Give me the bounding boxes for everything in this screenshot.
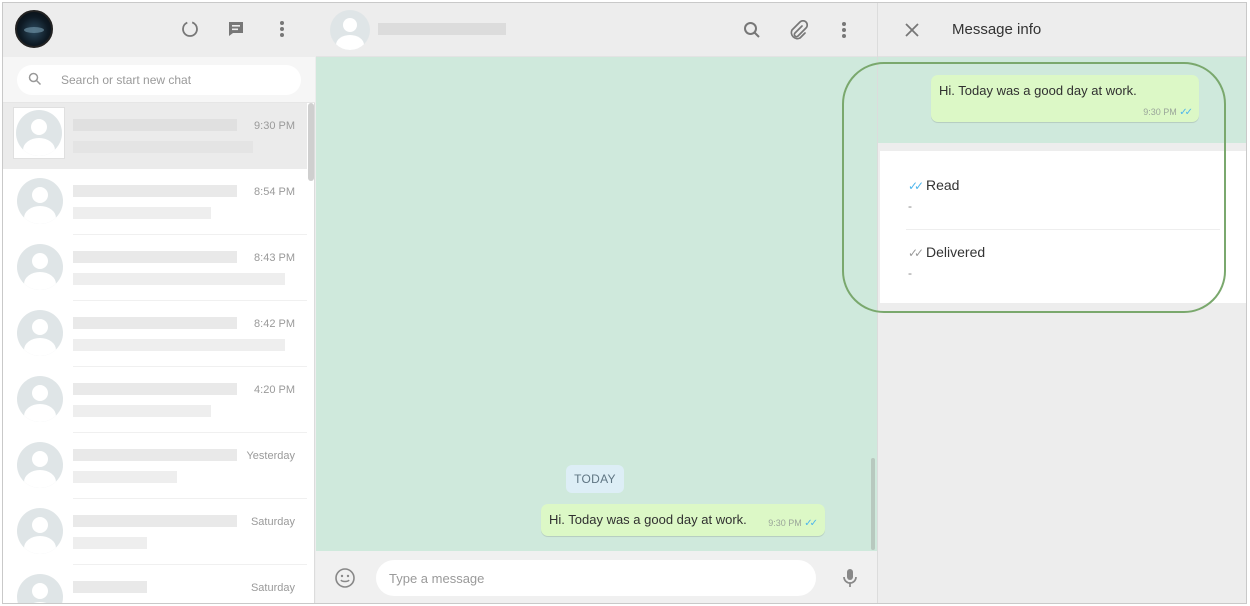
date-chip: TODAY [566, 465, 624, 493]
receipt-card: ✓✓ Read - ✓✓ Delivered - [880, 151, 1246, 303]
double-tick-icon: ✓✓ [908, 179, 924, 193]
conversation-header [316, 3, 877, 57]
contact-name-placeholder [73, 383, 237, 395]
search-input[interactable] [61, 71, 291, 89]
contact-avatar [17, 376, 63, 422]
contact-name-placeholder [73, 251, 237, 263]
last-message-placeholder [73, 273, 285, 285]
attach-icon[interactable] [786, 18, 810, 42]
message-meta: 9:30 PM ✓✓ [768, 518, 818, 529]
double-tick-icon: ✓✓ [908, 246, 924, 260]
message-info-header: Message info [878, 3, 1246, 57]
chat-list-item[interactable]: Saturday [3, 499, 307, 565]
emoji-icon[interactable] [334, 567, 356, 589]
chat-list-item[interactable]: 8:42 PM [3, 301, 307, 367]
chat-list-item[interactable]: 9:30 PM [3, 103, 307, 169]
double-tick-icon: ✓✓ [1179, 107, 1193, 118]
read-receipt-row: ✓✓ Read - [880, 151, 1220, 227]
outgoing-message[interactable]: Hi. Today was a good day at work. 9:30 P… [541, 504, 825, 536]
chat-time: Saturday [250, 516, 295, 528]
chat-list-item[interactable]: Yesterday [3, 433, 307, 499]
chat-time: 9:30 PM [254, 120, 295, 132]
read-label: Read [926, 177, 960, 193]
chat-time: 8:54 PM [254, 186, 295, 198]
chat-list: 9:30 PM 8:54 PM 8:43 PM 8:42 PM 4:20 PM … [3, 103, 315, 603]
new-chat-icon[interactable] [224, 17, 248, 41]
last-message-placeholder [73, 207, 211, 219]
menu-icon[interactable] [832, 18, 856, 42]
message-preview-area: Hi. Today was a good day at work. 9:30 P… [878, 57, 1246, 143]
chat-list-item[interactable]: 8:43 PM [3, 235, 307, 301]
double-tick-icon: ✓✓ [804, 518, 818, 529]
last-message-placeholder [73, 141, 253, 153]
last-message-placeholder [73, 339, 285, 351]
status-icon[interactable] [178, 17, 202, 41]
last-message-placeholder [73, 603, 127, 604]
conversation-pane: TODAY Hi. Today was a good day at work. … [316, 3, 877, 603]
read-time: - [908, 199, 912, 213]
preview-message-meta: 9:30 PM ✓✓ [1143, 107, 1193, 118]
last-message-placeholder [73, 537, 147, 549]
contact-avatar [17, 178, 63, 224]
conversation-scrollbar[interactable] [871, 458, 875, 550]
delivered-label: Delivered [926, 244, 986, 260]
search-icon[interactable] [740, 18, 764, 42]
chat-time: 8:42 PM [254, 318, 295, 330]
left-header [3, 3, 315, 57]
last-message-placeholder [73, 405, 211, 417]
contact-avatar[interactable] [330, 10, 370, 50]
chat-list-item[interactable]: Saturday [3, 565, 307, 604]
contact-name-placeholder [73, 119, 237, 131]
delivered-receipt-row: ✓✓ Delivered - [880, 218, 1220, 294]
delivered-time: - [908, 266, 912, 280]
conversation-body: TODAY Hi. Today was a good day at work. … [316, 57, 877, 551]
close-icon[interactable] [900, 18, 924, 42]
message-input[interactable] [376, 560, 816, 596]
contact-avatar [17, 508, 63, 554]
contact-avatar [17, 310, 63, 356]
chat-time: 8:43 PM [254, 252, 295, 264]
search-bar [3, 57, 315, 103]
message-info-pane: Message info Hi. Today was a good day at… [877, 3, 1246, 603]
whatsapp-web-window: 9:30 PM 8:54 PM 8:43 PM 8:42 PM [2, 2, 1247, 604]
chat-time: Yesterday [246, 450, 295, 462]
chat-list-item[interactable]: 4:20 PM [3, 367, 307, 433]
mic-icon[interactable] [838, 566, 862, 590]
menu-icon[interactable] [270, 17, 294, 41]
preview-message-text: Hi. Today was a good day at work. [939, 83, 1137, 98]
my-avatar[interactable] [15, 10, 53, 48]
preview-message: Hi. Today was a good day at work. 9:30 P… [931, 75, 1199, 122]
last-message-placeholder [73, 471, 177, 483]
contact-name-placeholder [73, 515, 237, 527]
chat-time: 4:20 PM [254, 384, 295, 396]
contact-avatar [13, 107, 65, 159]
search-icon [28, 72, 42, 91]
chat-list-item[interactable]: 8:54 PM [3, 169, 307, 235]
contact-name-placeholder[interactable] [378, 23, 506, 35]
contact-name-placeholder [73, 449, 237, 461]
contact-avatar [17, 244, 63, 290]
message-time: 9:30 PM [768, 518, 802, 528]
preview-message-time: 9:30 PM [1143, 107, 1177, 117]
contact-name-placeholder [73, 581, 147, 593]
contact-name-placeholder [73, 317, 237, 329]
chat-list-scrollbar[interactable] [308, 103, 314, 181]
message-info-title: Message info [952, 21, 1042, 38]
contact-avatar [17, 574, 63, 603]
chat-list-pane: 9:30 PM 8:54 PM 8:43 PM 8:42 PM [3, 3, 315, 603]
contact-avatar [17, 442, 63, 488]
search-box[interactable] [17, 65, 301, 95]
message-text: Hi. Today was a good day at work. [549, 512, 747, 527]
contact-name-placeholder [73, 185, 237, 197]
chat-time: Saturday [250, 582, 295, 594]
composer [316, 551, 877, 603]
